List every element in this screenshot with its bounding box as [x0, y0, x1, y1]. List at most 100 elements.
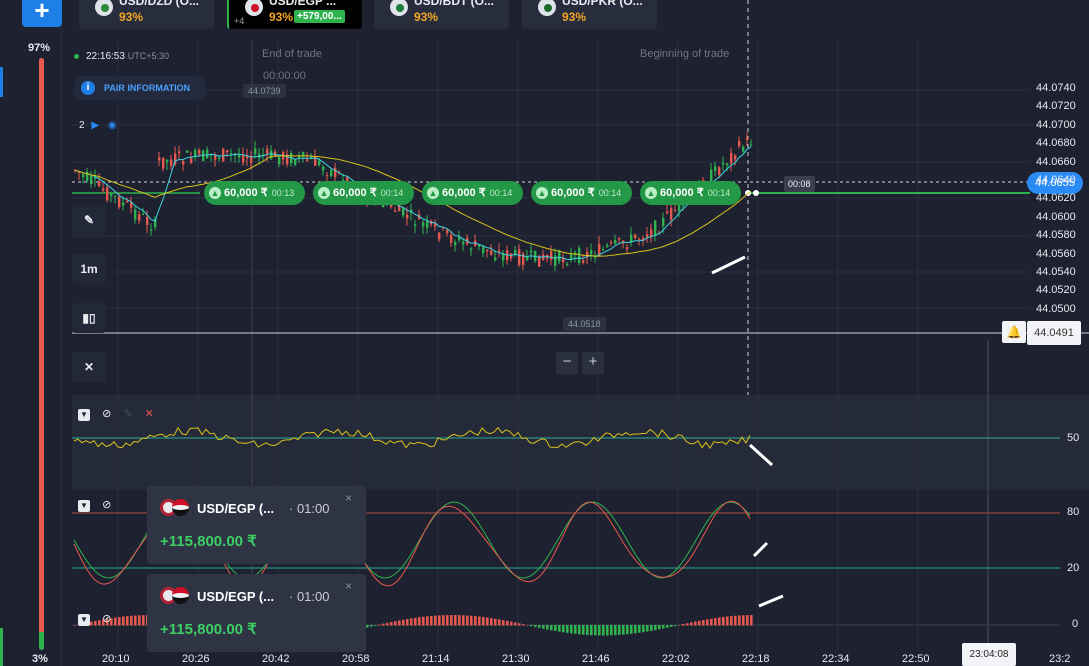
macd-bar: [694, 621, 697, 626]
clock-time: 22:16:53: [86, 51, 125, 62]
trade-badge[interactable]: ▲ 60,000 ₹00:14: [531, 181, 632, 205]
trade-badge[interactable]: ▲ 60,000 ₹00:14: [640, 181, 741, 205]
macd-bar: [446, 615, 449, 626]
toast-pair: USD/EGP (...: [197, 589, 275, 604]
candle-body: [266, 148, 269, 154]
trade-badge[interactable]: ▲ 60,000 ₹00:14: [313, 181, 414, 205]
asset-tab-usd-bdt[interactable]: USD/BDT (O... 93%: [374, 0, 509, 29]
trade-badge[interactable]: ▲ 60,000 ₹00:14: [422, 181, 523, 205]
candle-body: [566, 263, 569, 266]
pair-information-button[interactable]: i PAIR INFORMATION: [75, 76, 205, 100]
macd-bar: [674, 625, 677, 627]
macd-bar: [430, 615, 433, 626]
toast-duration: · 01:00: [289, 501, 330, 516]
time-axis-label: 20:42: [262, 653, 290, 665]
candle-body: [438, 232, 441, 240]
macd-bar: [606, 625, 609, 636]
trade-time: 00:14: [598, 188, 622, 198]
macd-bar: [142, 615, 145, 626]
macd-bar: [394, 621, 397, 626]
macd-bar: [126, 616, 129, 626]
close-icon[interactable]: ×: [345, 579, 352, 593]
price-axis-label: 44.0700: [1036, 118, 1076, 131]
collapse-icon[interactable]: ▼: [78, 500, 90, 512]
draw-tool-button[interactable]: ✎: [72, 205, 106, 235]
candle-body: [614, 239, 617, 244]
tab-flag-color: [101, 4, 109, 12]
candle-body: [590, 250, 593, 255]
macd-bar: [682, 623, 685, 626]
price-axis-label: 44.0600: [1036, 210, 1076, 223]
candle-body: [750, 144, 753, 146]
zoom-in-button[interactable]: +: [582, 352, 604, 374]
tab-flag-color: [544, 4, 552, 12]
indicator-count[interactable]: 2 ▶ ◉: [75, 117, 125, 135]
candle-body: [170, 159, 173, 167]
collapse-icon[interactable]: ▼: [78, 409, 90, 421]
price-axis-label: 44.0740: [1036, 82, 1076, 94]
hide-icon[interactable]: ⊘: [102, 612, 111, 625]
candle-body: [118, 196, 121, 208]
time-axis-label: 21:30: [502, 653, 530, 665]
indicator-count-value: 2: [79, 120, 85, 131]
tab-flag-color: [396, 4, 404, 12]
close-icon[interactable]: ✕: [145, 407, 154, 420]
macd-bar: [566, 625, 569, 633]
macd-bar: [558, 625, 561, 632]
collapse-icon[interactable]: ▼: [78, 614, 90, 626]
trade-badge[interactable]: ▲ 60,000 ₹00:13: [204, 181, 305, 205]
macd-bar: [130, 615, 133, 626]
eye-icon[interactable]: ◉: [108, 120, 117, 131]
candle-body: [318, 160, 321, 165]
pencil-icon[interactable]: ✎: [123, 407, 132, 420]
hide-icon[interactable]: ⊘: [102, 407, 111, 420]
price-alert-label[interactable]: 44.0491: [1027, 321, 1081, 345]
macd-bar: [418, 617, 421, 626]
macd-bar: [134, 615, 137, 626]
bell-icon[interactable]: 🔔: [1002, 321, 1026, 343]
candle-body: [530, 250, 533, 253]
flag-icon: [245, 0, 263, 16]
close-icon[interactable]: ×: [345, 491, 352, 505]
tab-name: USD/EGP ...: [269, 0, 337, 8]
macd-bar: [374, 625, 377, 626]
macd-bar: [478, 616, 481, 626]
indicators-button[interactable]: ✕: [72, 352, 106, 382]
rsi-panel-controls: ▼ ⊘ ✎ ✕: [78, 407, 163, 423]
chart-type-button[interactable]: ▮▯: [72, 303, 106, 333]
candle-body: [218, 157, 221, 159]
trade-result-toast[interactable]: USD/EGP (... · 01:00 +115,800.00 ₹ ×: [147, 574, 366, 652]
annotation-arrow: [752, 541, 769, 558]
candle-body: [446, 229, 449, 234]
candle-body: [178, 151, 181, 154]
asset-tab-usd-pkr[interactable]: USD/PKR (O... 93%: [522, 0, 657, 29]
live-dot-icon: [74, 54, 79, 59]
tab-payout: 93%: [119, 10, 144, 24]
end-of-trade-time: 00:00:00: [263, 70, 306, 82]
add-asset-button[interactable]: +: [22, 0, 62, 27]
candle-body: [482, 246, 485, 253]
zoom-out-button[interactable]: −: [556, 352, 578, 374]
macd-bar: [582, 625, 585, 635]
tab-payout: 93%: [562, 10, 587, 24]
price-axis-label: 44.0520: [1036, 284, 1076, 297]
arrow-up-icon: ▲: [645, 187, 657, 199]
macd-bar: [538, 625, 541, 628]
timeframe-button[interactable]: 1m: [72, 254, 106, 284]
annotation-arrow: [758, 594, 784, 608]
macd-bar: [650, 625, 653, 631]
time-axis-label: 22:34: [822, 653, 850, 665]
candle-body: [90, 175, 93, 185]
candle-body: [578, 247, 581, 264]
candle-body: [394, 210, 397, 212]
trade-result-toast[interactable]: USD/EGP (... · 01:00 +115,800.00 ₹ ×: [147, 486, 366, 564]
candle-body: [230, 153, 233, 155]
macd-bar: [502, 620, 505, 626]
candle-body: [422, 222, 425, 227]
clock: 22:16:53 UTC+5:30: [86, 51, 169, 62]
hide-icon[interactable]: ⊘: [102, 498, 111, 511]
asset-tab-usd-dzd[interactable]: USD/DZD (O... 93%: [79, 0, 214, 29]
clock-timezone: UTC+5:30: [127, 51, 169, 61]
stoch-panel-controls: ▼ ⊘: [78, 498, 120, 514]
play-icon[interactable]: ▶: [91, 120, 99, 131]
